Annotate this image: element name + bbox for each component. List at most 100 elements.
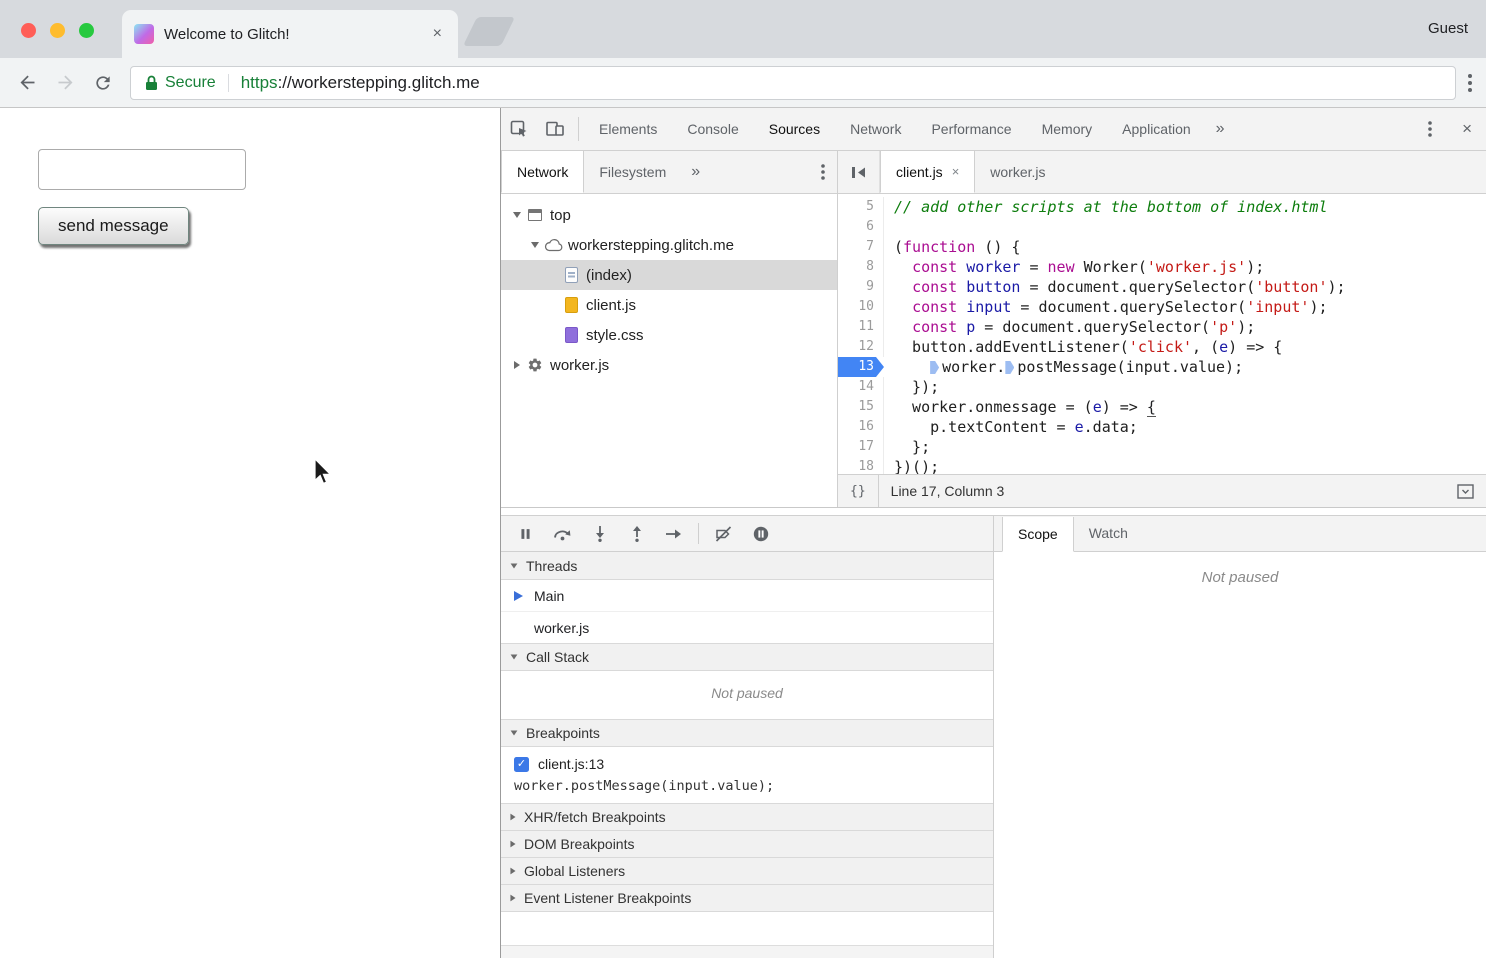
devtools-tab-application[interactable]: Application — [1107, 108, 1206, 150]
pause-button[interactable] — [507, 516, 544, 551]
horizontal-scrollbar[interactable] — [501, 945, 993, 958]
chevron-right-icon[interactable] — [509, 361, 525, 369]
stylesheet-icon — [561, 327, 581, 343]
back-icon — [17, 72, 38, 93]
step-button[interactable] — [655, 516, 692, 551]
pretty-print-button[interactable]: {} — [838, 475, 879, 507]
more-panels-icon[interactable]: » — [1206, 120, 1235, 138]
line-number[interactable]: 14 — [838, 377, 884, 397]
tree-item-style-css[interactable]: style.css — [501, 320, 837, 350]
line-number[interactable]: 6 — [838, 217, 884, 237]
line-number[interactable]: 9 — [838, 277, 884, 297]
editor-tab-label: client.js — [896, 151, 943, 193]
line-number[interactable]: 18 — [838, 457, 884, 474]
inline-breakpoint-icon[interactable] — [930, 361, 939, 374]
line-number[interactable]: 10 — [838, 297, 884, 317]
tree-item-worker-js[interactable]: worker.js — [501, 350, 837, 380]
more-tabs-icon[interactable]: » — [681, 163, 710, 181]
navigator-tab-network[interactable]: Network — [501, 151, 584, 193]
devtools-tab-network[interactable]: Network — [835, 108, 916, 150]
browser-tab[interactable]: Welcome to Glitch! × — [122, 10, 458, 58]
devtools-close-icon[interactable]: × — [1448, 119, 1486, 139]
editor-tab-client-js[interactable]: client.js× — [880, 151, 975, 193]
back-button[interactable] — [8, 64, 46, 102]
section-breakpoints[interactable]: Breakpoints — [501, 719, 993, 747]
breakpoint-entry[interactable]: ✓client.js:13 — [501, 747, 993, 776]
line-number[interactable]: 12 — [838, 337, 884, 357]
breakpoint-marker[interactable]: 13 — [838, 357, 884, 377]
deactivate-breakpoints-button[interactable] — [705, 516, 742, 551]
kebab-menu-icon — [1468, 74, 1472, 92]
tab-scope[interactable]: Scope — [1002, 517, 1074, 552]
breakpoint-checkbox[interactable]: ✓ — [514, 757, 529, 772]
step-icon — [665, 527, 682, 541]
code-line-8: 8 const worker = new Worker('worker.js')… — [838, 257, 1486, 277]
window-zoom-button[interactable] — [79, 23, 94, 38]
window-close-button[interactable] — [21, 23, 36, 38]
chevron-down-icon[interactable] — [509, 212, 525, 218]
toggle-drawer-button[interactable] — [1457, 484, 1474, 499]
pause-on-exceptions-button[interactable] — [742, 516, 779, 551]
devtools-tab-sources[interactable]: Sources — [754, 108, 835, 150]
tree-item-workerstepping-glitch-me[interactable]: workerstepping.glitch.me — [501, 230, 837, 260]
navigator-tab-filesystem[interactable]: Filesystem — [584, 151, 681, 193]
message-input[interactable] — [38, 149, 246, 190]
toggle-navigator-button[interactable] — [838, 151, 880, 193]
horizontal-splitter[interactable] — [501, 508, 1486, 515]
url-separator — [228, 74, 229, 92]
section-call-stack[interactable]: Call Stack — [501, 643, 993, 671]
browser-menu-button[interactable] — [1468, 74, 1472, 92]
reload-button[interactable] — [84, 64, 122, 102]
section-xhr-fetch-breakpoints[interactable]: XHR/fetch Breakpoints — [501, 803, 993, 831]
inline-breakpoint-icon[interactable] — [1005, 361, 1014, 374]
tree-item-top[interactable]: top — [501, 200, 837, 230]
url-text: https://workerstepping.glitch.me — [241, 73, 480, 93]
forward-button[interactable] — [46, 64, 84, 102]
line-number[interactable]: 7 — [838, 237, 884, 257]
devtools-tab-console[interactable]: Console — [672, 108, 753, 150]
tab-close-icon[interactable]: × — [952, 151, 960, 193]
section-global-listeners[interactable]: Global Listeners — [501, 857, 993, 885]
tab-watch[interactable]: Watch — [1074, 516, 1143, 551]
line-number[interactable]: 5 — [838, 197, 884, 217]
window-minimize-button[interactable] — [50, 23, 65, 38]
line-number[interactable]: 15 — [838, 397, 884, 417]
code-editor[interactable]: 5// add other scripts at the bottom of i… — [838, 194, 1486, 474]
sources-navigator-pane: NetworkFilesystem » topworkerstepping.gl… — [501, 151, 838, 507]
step-over-button[interactable] — [544, 516, 581, 551]
step-out-button[interactable] — [618, 516, 655, 551]
line-number[interactable]: 8 — [838, 257, 884, 277]
section-title: Global Listeners — [524, 863, 625, 879]
thread-worker-js[interactable]: worker.js — [501, 612, 993, 644]
script-icon — [561, 297, 581, 313]
address-bar[interactable]: Secure https://workerstepping.glitch.me — [130, 66, 1456, 100]
device-toolbar-button[interactable] — [537, 108, 573, 150]
line-number[interactable]: 11 — [838, 317, 884, 337]
new-tab-button[interactable] — [463, 17, 515, 46]
line-number[interactable]: 17 — [838, 437, 884, 457]
devtools-main-tabbar: ElementsConsoleSourcesNetworkPerformance… — [501, 108, 1486, 151]
send-message-button[interactable]: send message — [38, 207, 189, 245]
devtools-tab-elements[interactable]: Elements — [584, 108, 672, 150]
devtools-menu-button[interactable] — [1412, 108, 1448, 150]
tree-item-index[interactable]: (index) — [501, 260, 837, 290]
line-number[interactable]: 16 — [838, 417, 884, 437]
chevron-down-icon — [511, 563, 518, 568]
editor-tab-worker-js[interactable]: worker.js — [975, 151, 1060, 193]
inspect-icon — [510, 120, 528, 138]
devtools-tab-memory[interactable]: Memory — [1027, 108, 1108, 150]
section-dom-breakpoints[interactable]: DOM Breakpoints — [501, 830, 993, 858]
step-into-button[interactable] — [581, 516, 618, 551]
section-event-listener-breakpoints[interactable]: Event Listener Breakpoints — [501, 884, 993, 912]
thread-main[interactable]: Main — [501, 580, 993, 612]
section-threads[interactable]: Threads — [501, 552, 993, 580]
code-line-18: 18})(); — [838, 457, 1486, 474]
tab-close-icon[interactable]: × — [429, 23, 446, 45]
braces-icon: {} — [850, 484, 866, 499]
inspect-element-button[interactable] — [501, 108, 537, 150]
devtools-tab-performance[interactable]: Performance — [916, 108, 1026, 150]
chevron-down-icon[interactable] — [527, 242, 543, 248]
tree-item-client-js[interactable]: client.js — [501, 290, 837, 320]
kebab-menu-icon — [1428, 121, 1432, 137]
navigator-menu-button[interactable] — [809, 164, 837, 180]
